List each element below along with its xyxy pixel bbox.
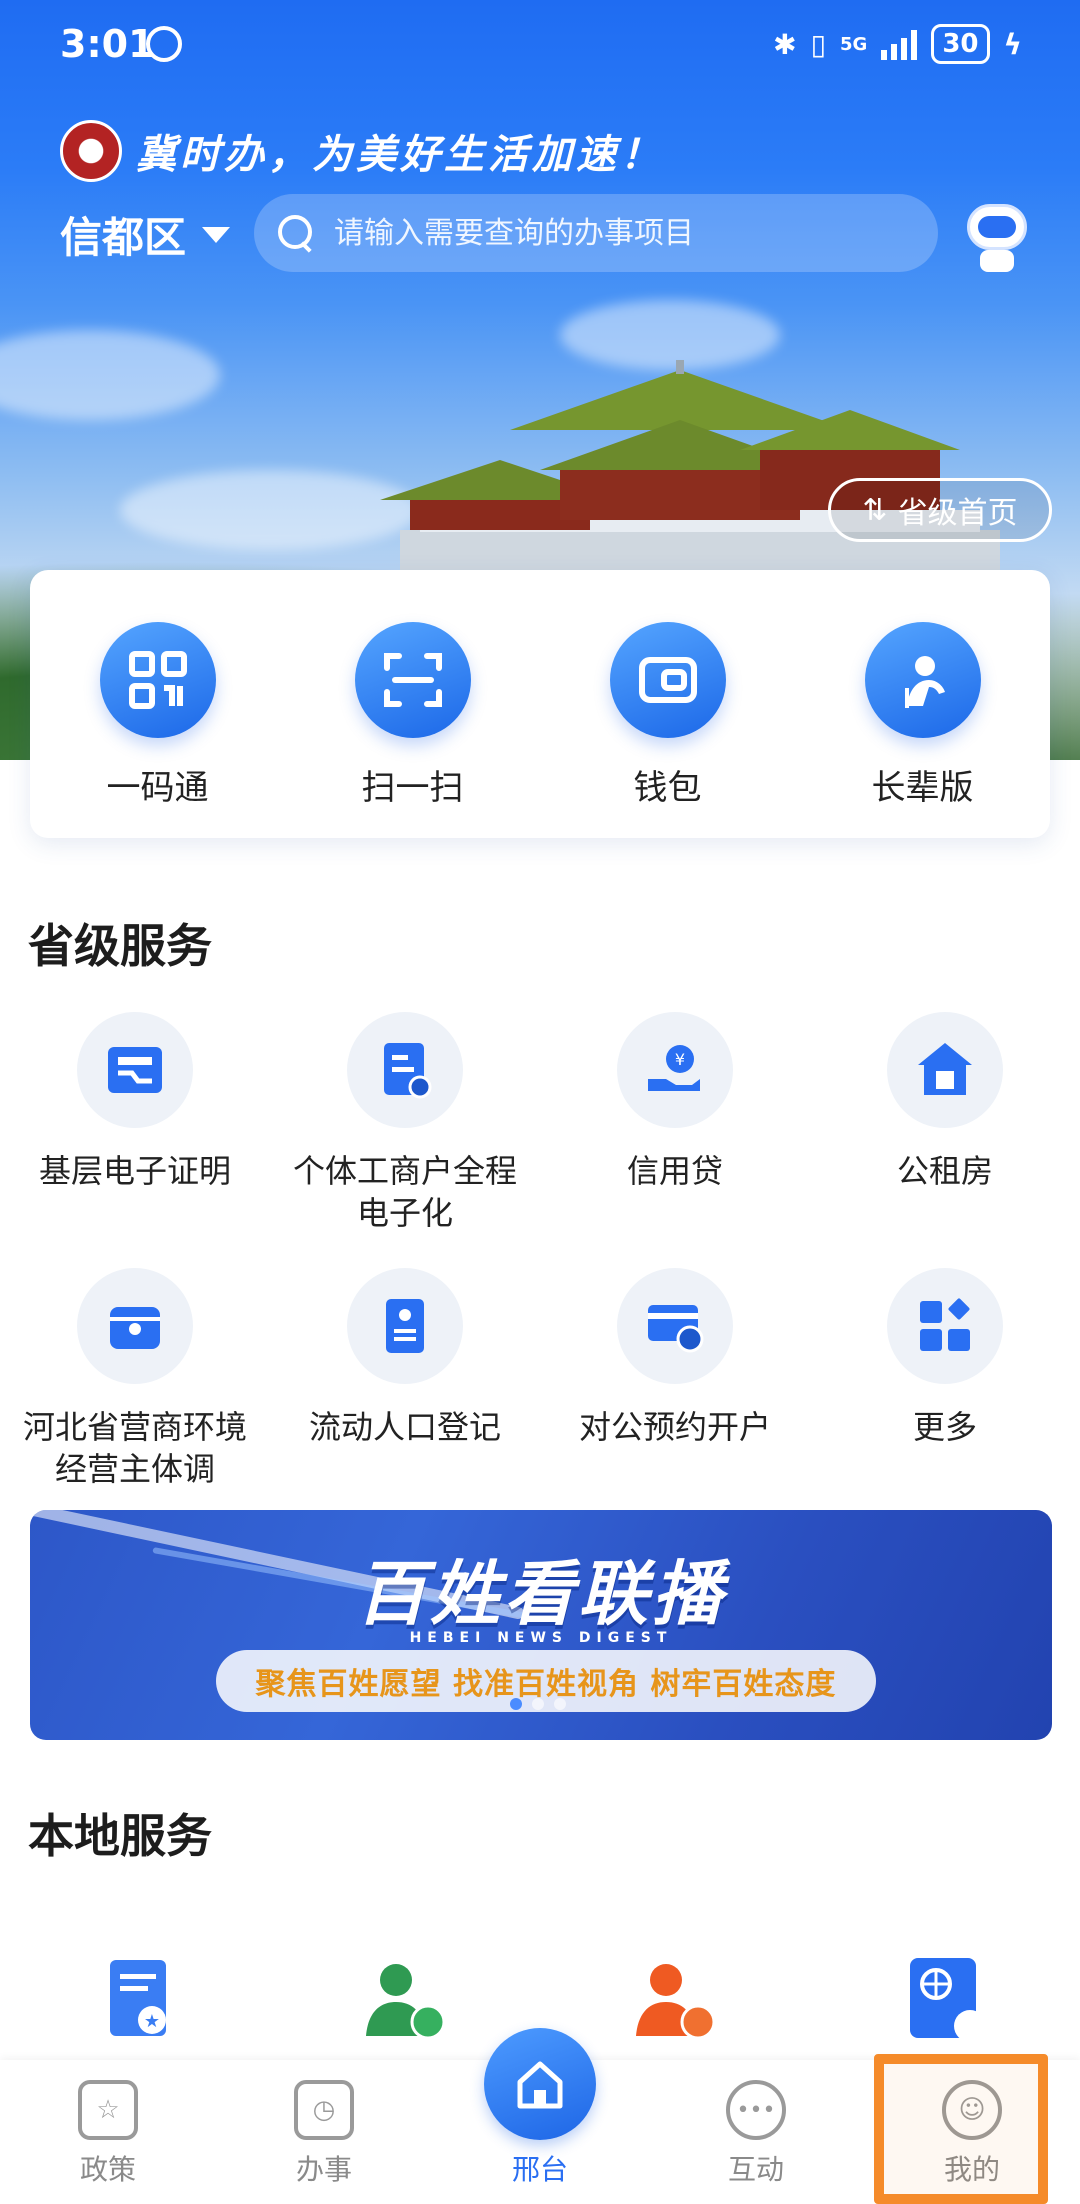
service-item-credit-loan[interactable]: ¥ 信用贷 (540, 1012, 810, 1268)
pagination-dot (510, 1698, 522, 1710)
emblem-logo (60, 120, 122, 182)
certificate-icon (77, 1012, 193, 1128)
search-icon (278, 215, 314, 251)
shop-icon (77, 1268, 193, 1384)
search-row: 信都区 (60, 194, 1027, 274)
local-services-title: 本地服务 (28, 1809, 212, 1863)
region-label: 信都区 (60, 213, 187, 262)
nav-label: 政策 (79, 2153, 136, 2186)
policy-icon: ☆ (78, 2080, 138, 2140)
province-home-button[interactable]: ⇅ 省级首页 (828, 478, 1052, 542)
nav-interaction[interactable]: ••• 互动 (676, 2080, 836, 2188)
bluetooth-icon: ✱ (773, 27, 797, 61)
service-label: 流动人口登记 (308, 1408, 501, 1446)
credit-loan-icon: ¥ (617, 1012, 733, 1128)
service-item-more[interactable]: 更多 (810, 1268, 1080, 1524)
local-verify-person-icon[interactable] (620, 1950, 730, 2060)
account-card-icon (617, 1268, 733, 1384)
service-item-business-doc[interactable]: 个体工商户全程电子化 (270, 1012, 540, 1268)
provincial-services-grid: 基层电子证明 个体工商户全程电子化 ¥ 信用贷 公租房 河北省营商环境经营主体调… (0, 1012, 1080, 1524)
status-indicators: ✱ ▯ 5G 30 ϟ (773, 24, 1022, 64)
wallet-icon (609, 622, 726, 738)
elder-mode-icon (864, 622, 981, 738)
service-label: 对公预约开户 (578, 1408, 771, 1446)
scan-icon (354, 622, 471, 738)
service-label: 河北省营商环境经营主体调 (22, 1408, 247, 1488)
svg-text:¥: ¥ (675, 1050, 685, 1069)
nav-label: 我的 (943, 2153, 1000, 2186)
bottom-navigation: ☆ 政策 ◷ 办事 邢台 ••• 互动 ☺ 我的 (0, 2028, 1080, 2204)
home-icon (484, 2028, 596, 2140)
profile-icon: ☺ (942, 2080, 1002, 2140)
quick-action-label: 一码通 (106, 768, 209, 808)
quick-action-label: 扫一扫 (361, 768, 464, 808)
nav-home[interactable]: 邢台 (460, 2028, 620, 2188)
quick-action-wallet[interactable]: 钱包 (568, 622, 768, 838)
alarm-icon (146, 26, 182, 62)
rental-house-icon (887, 1012, 1003, 1128)
service-item-certificate[interactable]: 基层电子证明 (0, 1012, 270, 1268)
signal-icon (881, 28, 918, 60)
province-home-label: 省级首页 (897, 496, 1018, 531)
network-type: 5G (840, 33, 868, 55)
quick-action-label: 钱包 (633, 768, 702, 808)
nav-policy[interactable]: ☆ 政策 (28, 2080, 188, 2188)
banner-title: 百姓看联播 (356, 1553, 726, 1635)
service-item-business-environment[interactable]: 河北省营商环境经营主体调 (0, 1268, 270, 1524)
local-web-edit-icon[interactable] (890, 1950, 1000, 2060)
service-item-rental-house[interactable]: 公租房 (810, 1012, 1080, 1268)
local-services-row: ★ (0, 1950, 1080, 2042)
pagination-dot (532, 1698, 544, 1710)
more-grid-icon (887, 1268, 1003, 1384)
qr-code-icon (99, 622, 216, 738)
quick-action-scan[interactable]: 扫一扫 (313, 622, 513, 838)
switch-icon: ⇅ (862, 492, 888, 528)
quick-action-label: 长辈版 (871, 768, 974, 808)
banner-pagination (510, 1698, 566, 1710)
service-label: 信用贷 (626, 1152, 723, 1190)
search-input[interactable] (334, 215, 894, 251)
quick-actions-card: 一码通 扫一扫 钱包 长辈版 (30, 570, 1050, 838)
business-doc-icon (347, 1012, 463, 1128)
nav-profile[interactable]: ☺ 我的 (892, 2080, 1052, 2188)
charging-icon: ϟ (1003, 27, 1022, 61)
battery-level: 30 (931, 24, 990, 64)
slogan-text: 冀时办，为美好生活加速！ (136, 131, 664, 178)
registration-icon (347, 1268, 463, 1384)
service-item-registration[interactable]: 流动人口登记 (270, 1268, 540, 1524)
service-label: 个体工商户全程电子化 (292, 1152, 517, 1232)
nav-label: 互动 (727, 2153, 784, 2186)
provincial-services-title: 省级服务 (28, 919, 212, 973)
pavilion-illustration (380, 360, 1000, 580)
affairs-icon: ◷ (294, 2080, 354, 2140)
nav-label: 邢台 (511, 2153, 568, 2186)
banner-subtitle: HEBEI NEWS DIGEST (409, 1630, 673, 1646)
service-label: 公租房 (896, 1152, 993, 1190)
quick-action-qr-code[interactable]: 一码通 (58, 622, 258, 838)
search-box[interactable] (254, 194, 938, 272)
quick-action-elder-mode[interactable]: 长辈版 (823, 622, 1023, 838)
svg-text:★: ★ (144, 2011, 160, 2032)
region-selector[interactable]: 信都区 (60, 204, 231, 265)
local-document-icon[interactable]: ★ (80, 1950, 190, 2060)
robot-assistant-icon[interactable] (962, 194, 1032, 274)
status-time: 3:01 (60, 22, 155, 66)
service-item-account-booking[interactable]: 对公预约开户 (540, 1268, 810, 1524)
status-bar: 3:01 ✱ ▯ 5G 30 ϟ (0, 0, 1080, 92)
local-credit-person-icon[interactable] (350, 1950, 460, 2060)
vibrate-icon: ▯ (810, 27, 827, 61)
pagination-dot (554, 1698, 566, 1710)
chat-icon: ••• (726, 2080, 786, 2140)
caret-down-icon (202, 226, 231, 243)
nav-affairs[interactable]: ◷ 办事 (244, 2080, 404, 2188)
service-label: 更多 (912, 1408, 977, 1446)
slogan-row: 冀时办，为美好生活加速！ (60, 120, 664, 182)
service-label: 基层电子证明 (38, 1152, 231, 1190)
nav-label: 办事 (295, 2153, 352, 2186)
